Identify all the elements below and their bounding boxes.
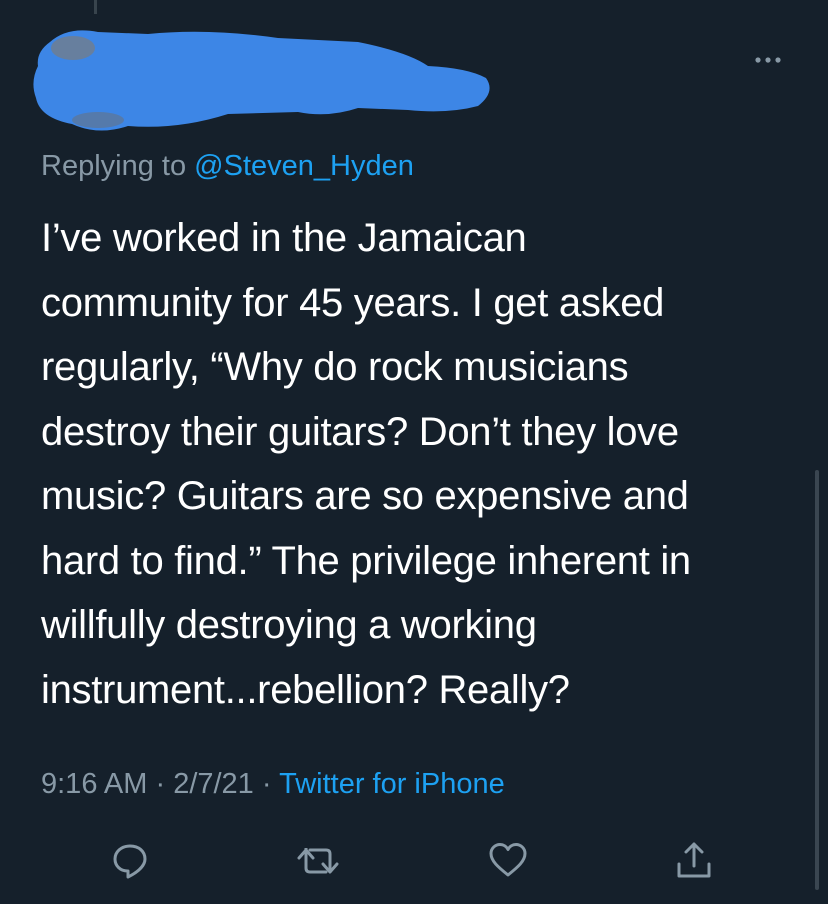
scrollbar[interactable] [815, 470, 819, 890]
tweet-text-line: community for 45 years. I get asked [41, 280, 665, 325]
tweet-text-line: willfully destroying a working [41, 603, 537, 647]
retweet-button[interactable] [296, 838, 340, 882]
tweet-text-line: hard to find.” The privilege inherent in [41, 538, 691, 583]
heart-icon [489, 843, 527, 877]
tweet-text-line: music? Guitars are so expensive and [41, 474, 689, 518]
redacted-author-header [28, 22, 498, 142]
thread-connector-line [94, 0, 97, 14]
share-button[interactable] [672, 838, 716, 882]
tweet-text-line: instrument...rebellion? Really? [41, 667, 570, 712]
tweet-metadata: 9:16 AM · 2/7/21 · Twitter for iPhone [41, 768, 505, 801]
tweet-time: 9:16 AM [41, 768, 148, 800]
like-button[interactable] [486, 838, 530, 882]
meta-separator: · [253, 768, 280, 800]
tweet-text-line: I’ve worked in the Jamaican [41, 216, 527, 260]
replying-to-prefix: Replying to [41, 150, 195, 182]
tweet-text-line: destroy their guitars? Don’t they love [41, 409, 679, 454]
tweet-date: 2/7/21 [173, 768, 254, 800]
tweet-text: I’ve worked in the Jamaican community fo… [41, 206, 781, 722]
replying-to-line: Replying to @Steven_Hyden [41, 150, 414, 183]
meta-separator: · [147, 768, 174, 800]
tweet-source-link[interactable]: Twitter for iPhone [279, 768, 505, 800]
more-options-icon[interactable] [748, 48, 788, 72]
reply-icon [113, 844, 147, 879]
tweet-text-line: regularly, “Why do rock musicians [41, 345, 629, 389]
share-icon [677, 842, 711, 878]
retweet-icon [297, 848, 339, 874]
replying-to-handle-link[interactable]: @Steven_Hyden [194, 150, 414, 182]
reply-button[interactable] [108, 838, 152, 882]
